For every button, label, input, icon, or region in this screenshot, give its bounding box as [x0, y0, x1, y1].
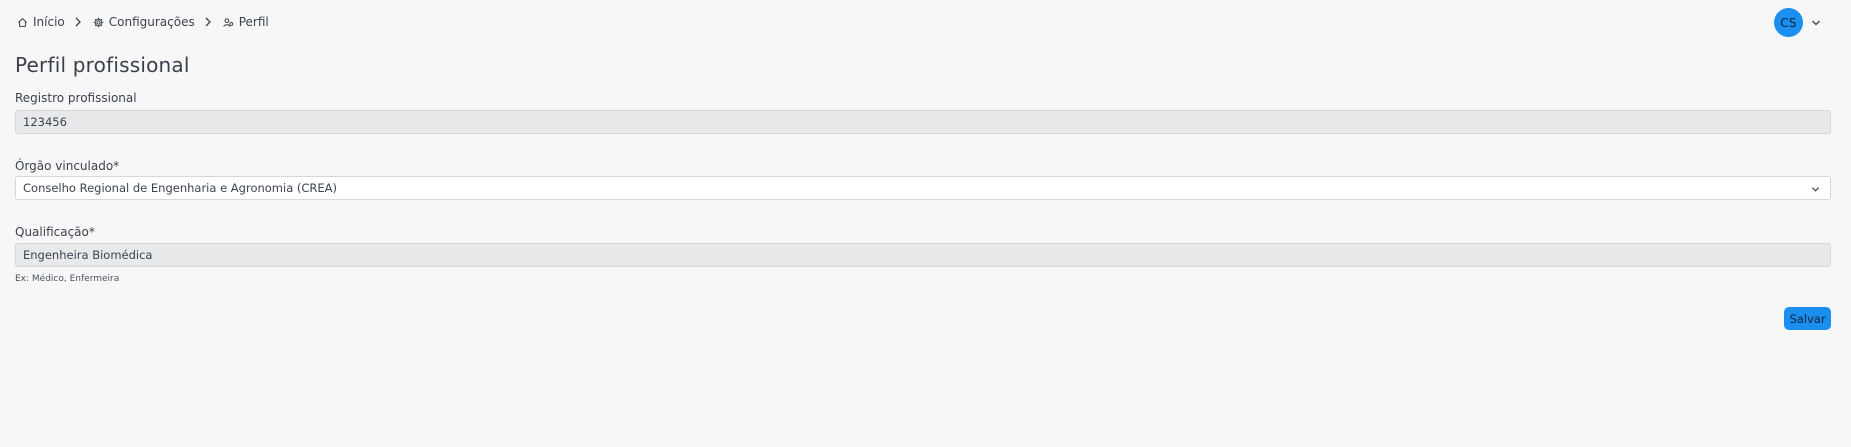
settings-icon [93, 17, 104, 27]
breadcrumb-home-label: Início [33, 15, 65, 29]
profile-icon [223, 17, 233, 27]
save-button[interactable]: Salvar [1784, 307, 1831, 330]
orgao-select[interactable]: Conselho Regional de Engenharia e Agrono… [15, 176, 1831, 200]
chevron-right-icon [204, 17, 212, 27]
breadcrumb-profile[interactable]: Perfil [223, 15, 269, 29]
avatar[interactable]: CS [1774, 8, 1803, 37]
orgao-label: Órgão vinculado* [15, 159, 120, 173]
orgao-value: Conselho Regional de Engenharia e Agrono… [23, 181, 338, 195]
registro-field[interactable]: 123456 [15, 110, 1831, 134]
page-title: Perfil profissional [15, 53, 190, 77]
registro-label: Registro profissional [15, 91, 137, 105]
chevron-down-icon [1811, 187, 1820, 192]
qualificacao-field[interactable]: Engenheira Biomédica [15, 243, 1831, 267]
user-menu[interactable]: CS [1774, 8, 1821, 37]
home-icon [18, 17, 27, 27]
breadcrumb-settings[interactable]: Configurações [93, 15, 195, 29]
registro-value: 123456 [23, 115, 67, 129]
qualificacao-value: Engenheira Biomédica [23, 248, 153, 262]
breadcrumb-profile-label: Perfil [238, 15, 269, 29]
breadcrumb-settings-label: Configurações [108, 15, 195, 29]
breadcrumb: Início Configurações Perfil [17, 14, 269, 30]
chevron-down-icon[interactable] [1811, 18, 1821, 28]
breadcrumb-home[interactable]: Início [17, 15, 65, 29]
chevron-right-icon [74, 17, 82, 27]
top-bar: Início Configurações Perfil CS [0, 0, 1851, 44]
qualificacao-help-text: Ex: Médico, Enfermeira [15, 274, 120, 284]
qualificacao-label: Qualificação* [15, 225, 95, 239]
